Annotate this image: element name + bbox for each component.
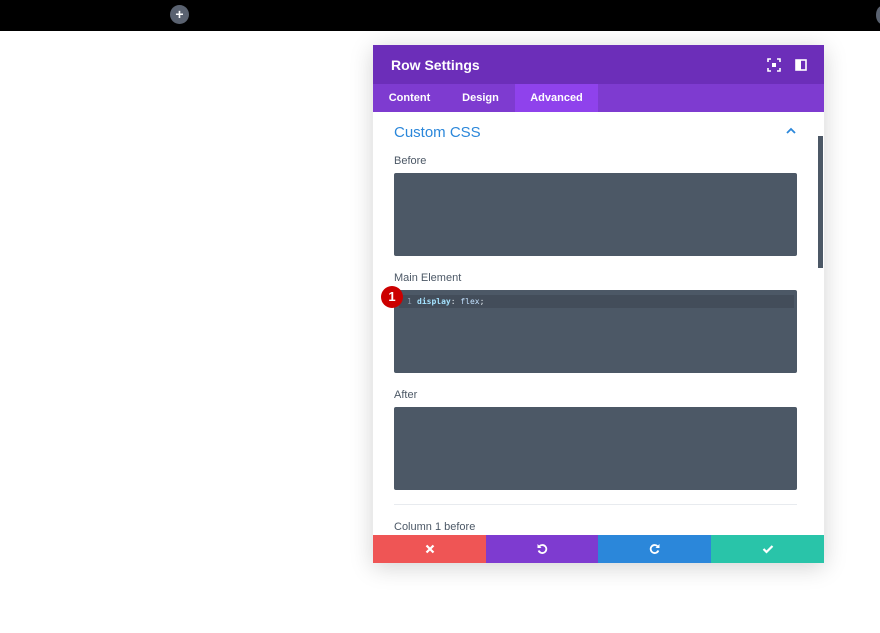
settings-body: Custom CSS Before Main Element 1 display… <box>373 112 824 535</box>
add-section-button[interactable]: + <box>170 5 189 24</box>
css-property: display <box>417 297 451 306</box>
field-label-before: Before <box>394 155 427 167</box>
chevron-up-icon[interactable] <box>785 126 797 136</box>
field-label-after: After <box>394 389 418 401</box>
modal-header: Row Settings <box>373 45 824 84</box>
divider <box>394 504 797 505</box>
css-editor-before[interactable] <box>394 173 797 256</box>
step-badge: 1 <box>381 286 403 308</box>
save-button[interactable] <box>711 535 824 563</box>
modal-title: Row Settings <box>391 57 480 73</box>
plus-icon: + <box>175 6 184 22</box>
check-icon <box>762 545 773 554</box>
top-toolbar: + <box>0 0 880 31</box>
close-icon <box>425 544 434 554</box>
redo-button[interactable] <box>598 535 711 563</box>
fullscreen-icon[interactable] <box>767 58 781 72</box>
partial-button[interactable] <box>876 6 880 24</box>
tab-bar: Content Design Advanced <box>373 84 824 112</box>
row-settings-modal: Row Settings Content Design Advanced Cus… <box>373 45 824 563</box>
tab-advanced[interactable]: Advanced <box>515 84 598 112</box>
scrollbar[interactable] <box>818 136 823 268</box>
field-label-main-element: Main Element <box>394 272 462 284</box>
css-editor-after[interactable] <box>394 407 797 490</box>
line-number: 1 <box>407 297 412 306</box>
sidebar-icon[interactable] <box>794 58 808 72</box>
field-label-column-1-before: Column 1 before <box>394 521 476 533</box>
modal-footer <box>373 535 824 563</box>
tab-content[interactable]: Content <box>373 84 446 112</box>
redo-icon <box>649 544 659 554</box>
cancel-button[interactable] <box>373 535 486 563</box>
code-text: display: flex; <box>417 297 485 306</box>
section-title[interactable]: Custom CSS <box>394 124 481 141</box>
css-value: flex <box>460 297 480 306</box>
code-line: 1 display: flex; <box>399 295 794 308</box>
css-editor-main-element[interactable]: 1 display: flex; <box>394 290 797 373</box>
undo-icon <box>537 544 548 554</box>
tab-design[interactable]: Design <box>446 84 515 112</box>
undo-button[interactable] <box>486 535 598 563</box>
